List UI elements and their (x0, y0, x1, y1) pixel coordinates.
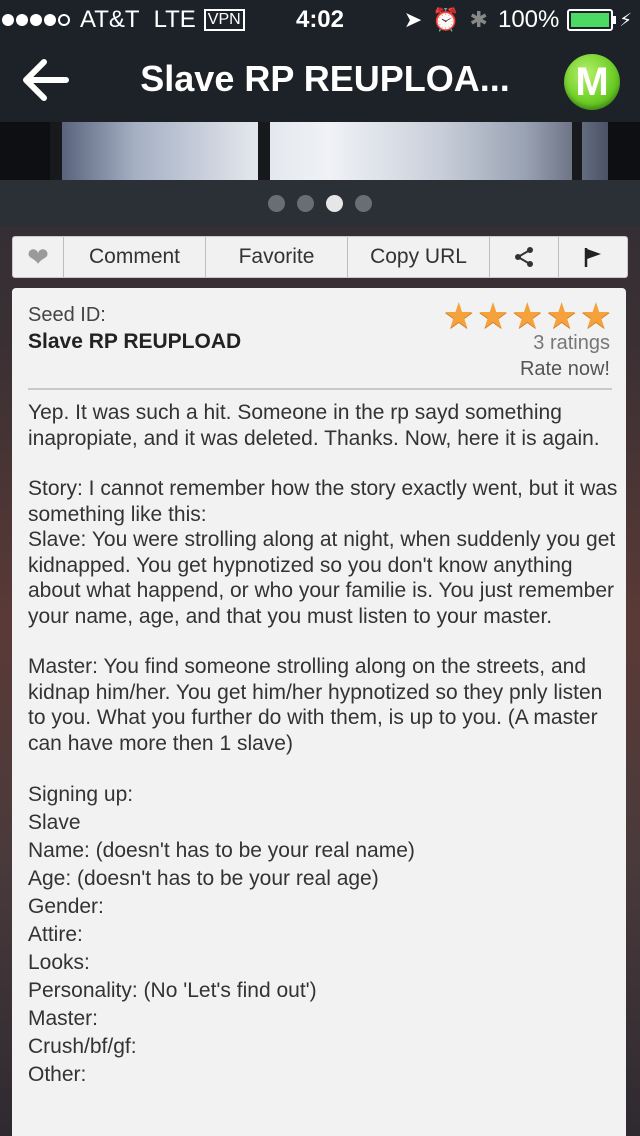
description-slave-story: Slave: You were strolling along at night… (28, 528, 616, 628)
bluetooth-icon: ✱ (469, 7, 488, 32)
star-icon[interactable]: ★ (477, 296, 509, 336)
star-icon[interactable]: ★ (545, 296, 577, 336)
ratings-count: 3 ratings (533, 332, 610, 354)
rating-stars[interactable]: ★ ★ ★ ★ ★ (441, 296, 612, 336)
app-logo-icon[interactable]: M (564, 54, 620, 110)
star-icon[interactable]: ★ (580, 296, 612, 336)
star-icon[interactable]: ★ (511, 296, 543, 336)
signup-line: Age: (doesn't has to be your real age) (28, 867, 379, 890)
signup-form-template: Signing up: Slave Name: (doesn't has to … (28, 781, 618, 1089)
description-intro: Yep. It was such a hit. Someone in the r… (28, 401, 600, 450)
charging-bolt-icon: ⚡ (619, 9, 632, 30)
status-bar: AT&T LTE VPN 4:02 ➤ ⏰ ✱ 100% ⚡ (0, 0, 640, 40)
copy-url-button[interactable]: Copy URL (348, 237, 490, 277)
divider (28, 388, 612, 390)
signup-line: Personality: (No 'Let's find out') (28, 979, 317, 1002)
description-story-intro: Story: I cannot remember how the story e… (28, 477, 618, 526)
comment-button[interactable]: Comment (64, 237, 206, 277)
favorite-button[interactable]: Favorite (206, 237, 348, 277)
signup-line: Attire: (28, 923, 83, 946)
page-dot[interactable] (268, 194, 285, 212)
back-arrow-icon[interactable] (20, 58, 74, 102)
navigation-bar: Slave RP REUPLOA... M (0, 40, 640, 122)
page-dot-active[interactable] (326, 194, 343, 212)
page-dot[interactable] (297, 194, 314, 212)
seed-image (52, 122, 608, 180)
seed-detail-card: Seed ID: Slave RP REUPLOAD ★ ★ ★ ★ ★ 3 r… (12, 288, 626, 1136)
battery-icon (567, 9, 617, 31)
alarm-clock-icon: ⏰ (432, 7, 460, 32)
signup-line: Looks: (28, 951, 90, 974)
seed-description: Yep. It was such a hit. Someone in the r… (28, 400, 618, 1089)
signup-line: Name: (doesn't has to be your real name) (28, 839, 415, 862)
carousel-page-indicator[interactable] (0, 180, 640, 226)
signup-line: Gender: (28, 895, 104, 918)
signup-line: Master: (28, 1007, 99, 1030)
signup-line: Slave (28, 811, 81, 834)
seed-id-label: Seed ID: (28, 304, 106, 326)
description-master-story: Master: You find someone strolling along… (28, 655, 603, 755)
page-dot[interactable] (355, 194, 372, 212)
signup-line: Crush/bf/gf: (28, 1035, 137, 1058)
share-icon[interactable] (490, 237, 559, 277)
location-arrow-icon: ➤ (403, 7, 423, 32)
like-heart-icon[interactable]: ❤ (13, 237, 64, 277)
seed-image-carousel[interactable] (0, 122, 640, 180)
page-title: Slave RP REUPLOA... (140, 58, 510, 99)
seed-name: Slave RP REUPLOAD (28, 330, 242, 353)
signup-line: Other: (28, 1063, 87, 1086)
action-bar: ❤ Comment Favorite Copy URL (12, 236, 628, 278)
signup-line: Signing up: (28, 783, 134, 806)
rate-now-link[interactable]: Rate now! (520, 358, 610, 381)
star-icon[interactable]: ★ (443, 296, 475, 336)
flag-icon[interactable] (559, 237, 627, 277)
battery-percent: 100% (497, 6, 560, 33)
